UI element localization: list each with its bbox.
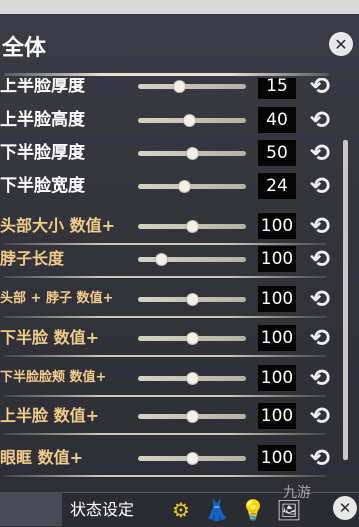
slider-track[interactable] (138, 410, 246, 423)
reset-icon[interactable]: ⟲ (305, 246, 335, 272)
row-divider (4, 316, 326, 318)
slider-track[interactable] (138, 80, 246, 93)
slider-label: 下半脸脸颊 数值+ (0, 370, 107, 385)
slider-handle[interactable] (186, 452, 199, 465)
slider-list: 上半脸厚度 15 ⟲ 上半脸高度 40 ⟲ 下半脸厚度 50 ⟲ 下半脸宽度 24 ⟲ 头部大小 数值+… (0, 78, 340, 488)
slider-label: 上半脸高度 (0, 110, 85, 130)
slider-label: 头部 + 脖子 数值+ (0, 291, 114, 306)
reset-icon[interactable]: ⟲ (305, 325, 335, 351)
value-input[interactable]: 15 (258, 78, 296, 99)
value-input[interactable]: 100 (258, 286, 296, 312)
slider-row: 眼眶 数值+ 100 ⟲ (0, 442, 340, 474)
slider-row: 下半脸脸颊 数值+ 100 ⟲ (0, 362, 340, 394)
slider-track[interactable] (138, 180, 246, 193)
bulb-icon[interactable]: 💡 (240, 497, 266, 523)
dress-icon[interactable]: 👗 (204, 497, 230, 523)
value-input[interactable]: 50 (258, 140, 296, 166)
slider-label: 上半脸 数值+ (0, 406, 99, 425)
slider-row: 头部 + 脖子 数值+ 100 ⟲ (0, 283, 340, 315)
row-divider (4, 395, 326, 397)
value-input[interactable]: 40 (258, 107, 296, 133)
close-button[interactable]: ✕ (329, 32, 353, 56)
slider-handle[interactable] (182, 114, 196, 127)
slider-handle[interactable] (173, 80, 187, 93)
slider-track[interactable] (138, 332, 246, 345)
reset-icon[interactable]: ⟲ (305, 365, 335, 391)
status-settings-label: 状态设定 (70, 500, 135, 519)
slider-label: 眼眶 数值+ (0, 448, 83, 467)
slider-row: 上半脸高度 40 ⟲ (0, 104, 340, 136)
scrollbar[interactable] (343, 140, 348, 460)
value-input[interactable]: 100 (258, 213, 296, 239)
slider-row: 下半脸宽度 24 ⟲ (0, 170, 340, 202)
slider-label: 下半脸宽度 (0, 176, 85, 196)
slider-handle[interactable] (186, 372, 199, 385)
reset-icon[interactable]: ⟲ (305, 213, 335, 239)
slider-label: 下半脸 数值+ (0, 328, 99, 347)
slider-track[interactable] (138, 452, 246, 465)
title-divider (4, 73, 329, 76)
status-close-button[interactable]: ✕ (333, 496, 357, 520)
row-divider (4, 475, 326, 477)
row-divider (4, 276, 326, 278)
reset-icon[interactable]: ⟲ (305, 173, 335, 199)
slider-row: 上半脸厚度 15 ⟲ (0, 78, 340, 102)
panel-title: 全体 (2, 36, 47, 61)
value-input[interactable]: 100 (258, 246, 296, 272)
value-input[interactable]: 24 (258, 173, 296, 199)
slider-track[interactable] (138, 114, 246, 127)
slider-track[interactable] (138, 147, 246, 160)
top-strip (0, 0, 359, 14)
slider-handle[interactable] (178, 180, 192, 193)
slider-handle[interactable] (186, 220, 199, 233)
value-input[interactable]: 100 (258, 365, 296, 391)
slider-row: 下半脸厚度 50 ⟲ (0, 137, 340, 169)
slider-row: 头部大小 数值+ 100 ⟲ (0, 210, 340, 242)
slider-handle[interactable] (154, 253, 168, 266)
slider-handle[interactable] (186, 293, 199, 306)
value-input[interactable]: 100 (258, 325, 296, 351)
slider-label: 下半脸厚度 (0, 143, 85, 163)
reset-icon[interactable]: ⟲ (305, 78, 335, 99)
reset-icon[interactable]: ⟲ (305, 445, 335, 471)
slider-track[interactable] (138, 372, 246, 385)
watermark: 九游 (283, 485, 311, 501)
slider-track[interactable] (138, 253, 246, 266)
slider-label: 头部大小 数值+ (0, 216, 115, 235)
slider-label: 脖子长度 (0, 249, 65, 268)
gear-icon[interactable]: ⚙ (168, 497, 194, 523)
value-input[interactable]: 100 (258, 403, 296, 429)
slider-row: 脖子长度 100 ⟲ (0, 243, 340, 275)
slider-row: 上半脸 数值+ 100 ⟲ (0, 400, 340, 432)
reset-icon[interactable]: ⟲ (305, 286, 335, 312)
row-divider (4, 355, 326, 357)
reset-icon[interactable]: ⟲ (305, 107, 335, 133)
status-bar: 状态设定 ✕ ⚙ 👗 💡 🖼 (62, 492, 359, 527)
reset-icon[interactable]: ⟲ (305, 403, 335, 429)
slider-track[interactable] (138, 293, 246, 306)
slider-handle[interactable] (186, 147, 199, 160)
value-input[interactable]: 100 (258, 445, 296, 471)
row-divider (4, 433, 326, 435)
slider-row: 下半脸 数值+ 100 ⟲ (0, 322, 340, 354)
slider-handle[interactable] (186, 332, 199, 345)
slider-label: 上半脸厚度 (0, 78, 85, 96)
slider-handle[interactable] (186, 410, 199, 423)
reset-icon[interactable]: ⟲ (305, 140, 335, 166)
slider-track[interactable] (138, 220, 246, 233)
